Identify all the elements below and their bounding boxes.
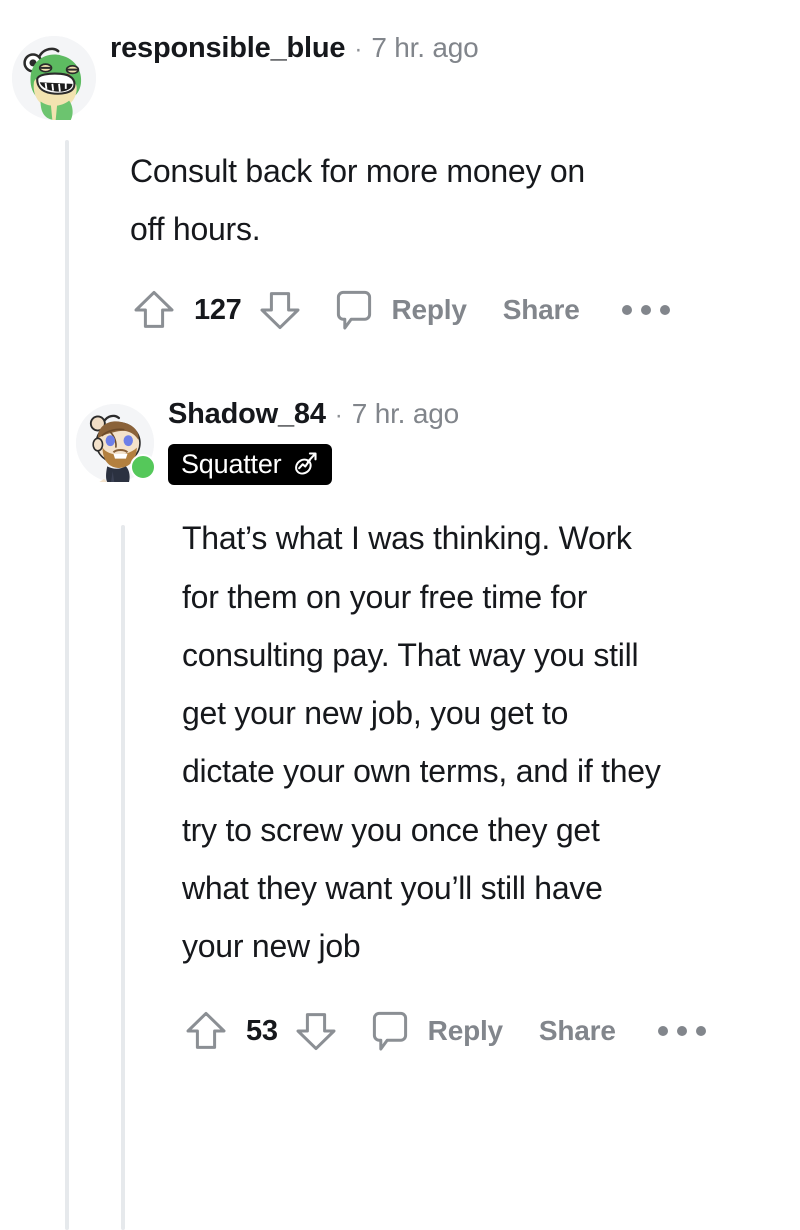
downvote-arrow-icon — [260, 292, 299, 330]
flair-label: Squatter — [181, 449, 282, 479]
comment-reply-icon-button[interactable] — [366, 1007, 414, 1055]
overflow-dot — [621, 305, 632, 316]
reply-label: Reply — [427, 1015, 503, 1047]
downvote-button[interactable] — [256, 286, 304, 334]
upvote-arrow-icon — [186, 1012, 226, 1050]
downvote-arrow-icon — [296, 1013, 336, 1051]
snoo-green-dino-avatar-icon — [12, 36, 96, 120]
online-status-dot — [130, 454, 156, 480]
upvote-arrow-icon — [134, 291, 174, 329]
reply-label: Reply — [391, 294, 467, 326]
comment-action-bar: 127 Reply Share — [130, 286, 792, 334]
meta-separator: · — [354, 36, 363, 63]
comment-timestamp: 7 hr. ago — [351, 398, 459, 429]
share-button[interactable]: Share — [467, 294, 580, 326]
comment-action-bar: 53 Reply Share — [182, 1007, 792, 1055]
overflow-dot — [640, 305, 651, 316]
comment-timestamp: 7 hr. ago — [371, 32, 479, 63]
share-label: Share — [538, 1015, 616, 1047]
speech-bubble-icon — [336, 291, 371, 330]
downvote-button[interactable] — [292, 1007, 340, 1055]
comment-thread: responsible_blue · 7 hr. ago Consult bac… — [0, 0, 800, 1230]
overflow-dot — [659, 305, 670, 316]
trending-up-circle-icon — [295, 452, 318, 475]
comment-author-name[interactable]: Shadow_84 — [168, 398, 326, 431]
comment-header: Shadow_84 · 7 hr. ago Squatter — [76, 398, 792, 486]
vote-score: 53 — [246, 1014, 278, 1047]
comment-author-name[interactable]: responsible_blue — [110, 32, 346, 65]
meta-separator: · — [334, 402, 343, 429]
avatar-responsible-blue[interactable] — [12, 36, 96, 120]
comment-header: responsible_blue · 7 hr. ago — [12, 32, 792, 120]
upvote-button[interactable] — [130, 286, 178, 334]
comment-reply: Shadow_84 · 7 hr. ago Squatter That’s wh… — [76, 398, 792, 1055]
comment-reply-icon-button[interactable] — [330, 286, 378, 334]
share-button[interactable]: Share — [503, 1015, 616, 1047]
overflow-dot — [695, 1026, 706, 1037]
upvote-button[interactable] — [182, 1007, 230, 1055]
avatar-shadow-84[interactable] — [76, 404, 156, 482]
reply-button[interactable]: Reply — [378, 294, 467, 326]
overflow-menu-button[interactable] — [657, 1026, 706, 1037]
speech-bubble-icon — [372, 1012, 407, 1051]
user-flair-badge[interactable]: Squatter — [168, 444, 333, 486]
comment-author-meta: responsible_blue · 7 hr. ago — [96, 32, 479, 65]
comment-body-text: That’s what I was thinking. Work for the… — [182, 520, 661, 964]
share-label: Share — [502, 294, 580, 326]
vote-score: 127 — [194, 293, 242, 326]
comment-author-meta: Shadow_84 · 7 hr. ago Squatter — [154, 398, 459, 486]
overflow-menu-button[interactable] — [621, 305, 670, 316]
comment-body-text: Consult back for more money on off hours… — [130, 153, 585, 248]
overflow-dot — [676, 1026, 687, 1037]
overflow-dot — [657, 1026, 668, 1037]
reply-button[interactable]: Reply — [414, 1015, 503, 1047]
comment-top-level: responsible_blue · 7 hr. ago Consult bac… — [12, 32, 792, 334]
